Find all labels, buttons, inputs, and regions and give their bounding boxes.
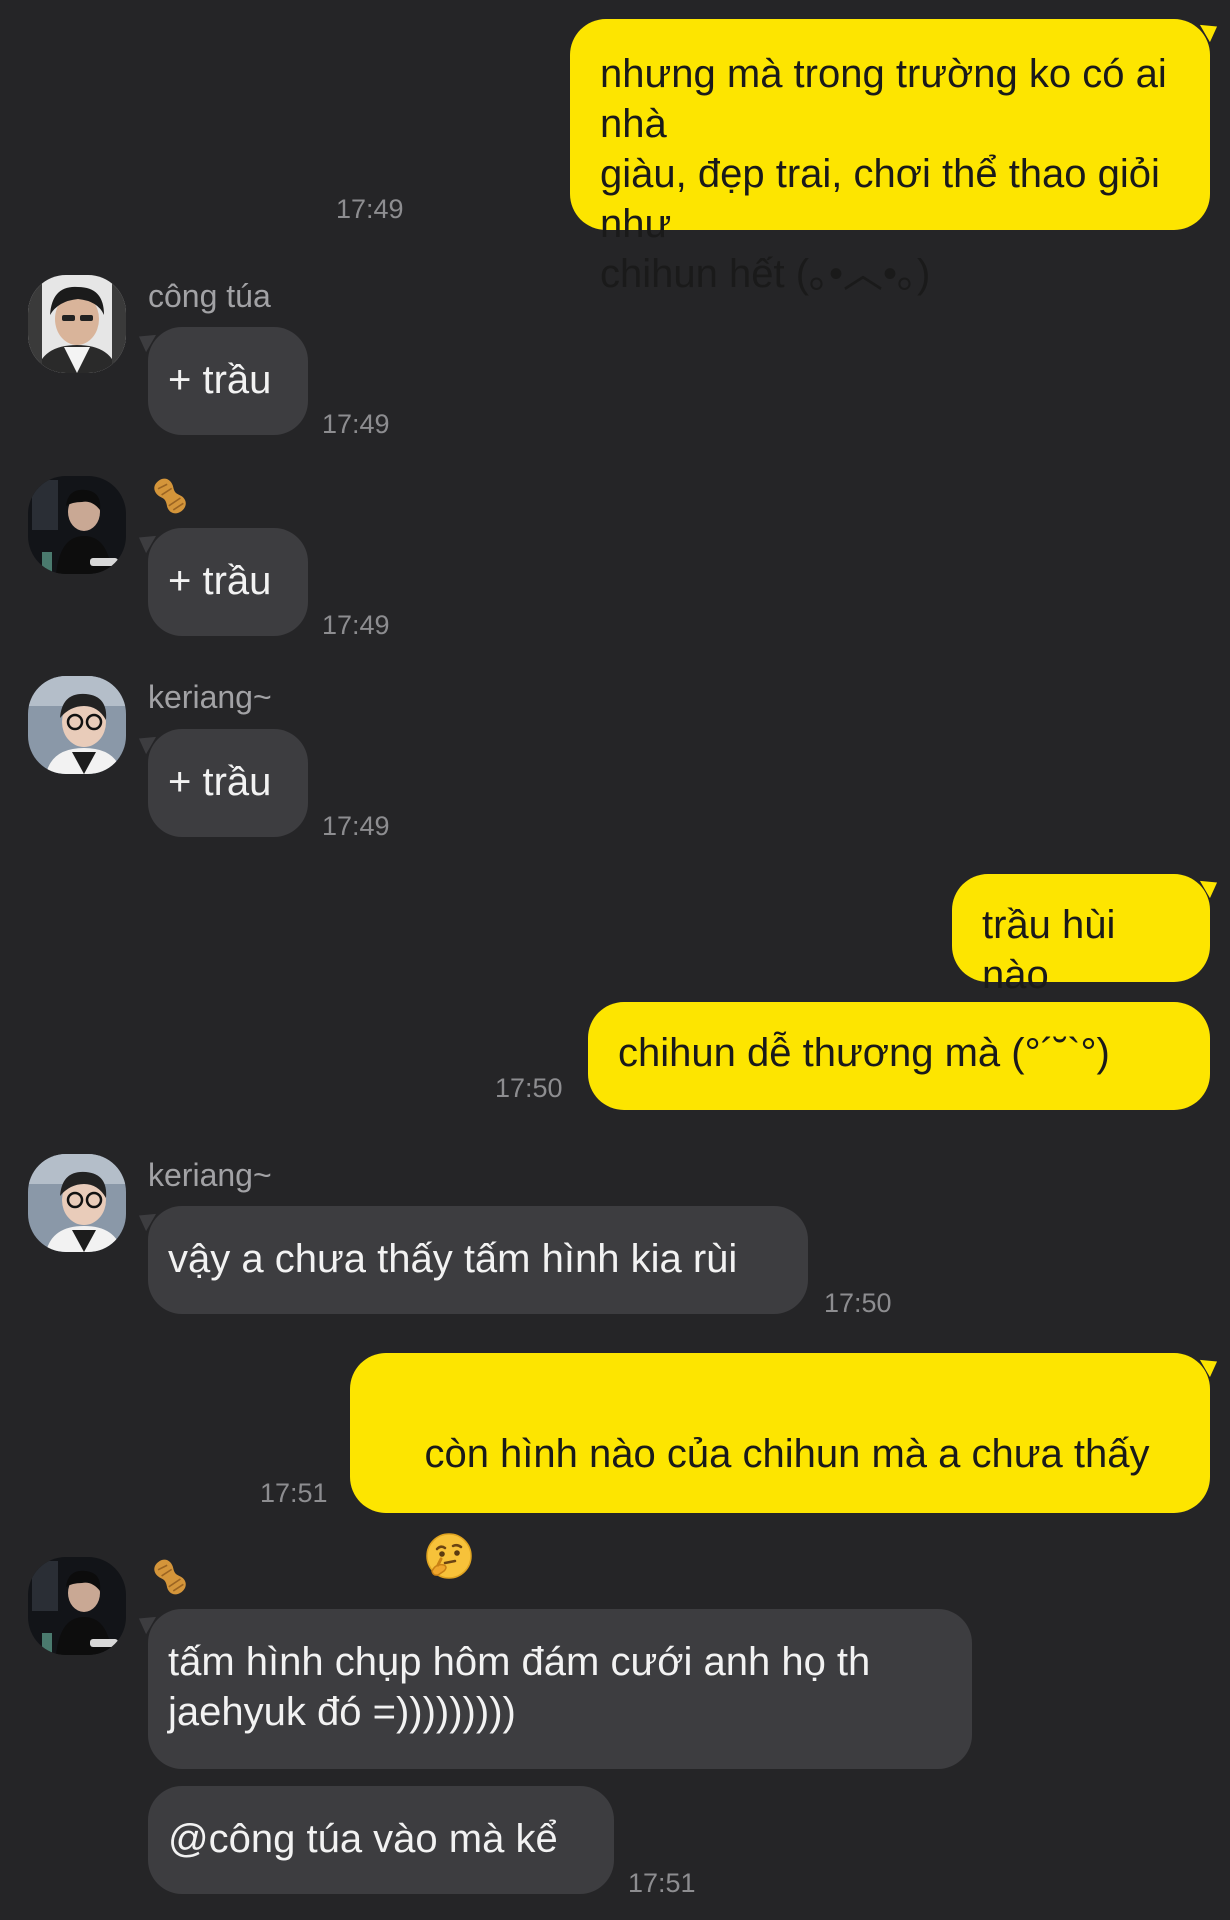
message-timestamp: 17:49 <box>322 610 390 640</box>
incoming-message-bubble[interactable]: tấm hình chụp hôm đám cưới anh họ th jae… <box>148 1609 972 1769</box>
outgoing-message-bubble[interactable]: còn hình nào của chihun mà a chưa thấy <box>350 1353 1210 1580</box>
message-timestamp: 17:51 <box>628 1868 696 1898</box>
avatar-keriang[interactable] <box>28 676 126 774</box>
message-timestamp: 17:49 <box>322 409 390 439</box>
avatar-cong-tua[interactable] <box>28 275 126 373</box>
incoming-message-bubble[interactable]: + trầu <box>148 528 308 636</box>
sender-name: công túa <box>148 278 271 314</box>
avatar-peanut[interactable] <box>28 1557 126 1655</box>
outgoing-message-bubble[interactable]: trầu hùi nào <box>952 874 1210 997</box>
incoming-message-bubble[interactable]: + trầu <box>148 327 308 435</box>
thinking-face-icon <box>426 1533 473 1580</box>
avatar-peanut[interactable] <box>28 476 126 574</box>
message-timestamp: 17:50 <box>824 1288 892 1318</box>
outgoing-message-bubble[interactable]: chihun dễ thương mà (°´˘`°) <box>588 1002 1210 1110</box>
avatar-keriang[interactable] <box>28 1154 126 1252</box>
message-timestamp: 17:51 <box>260 1478 328 1508</box>
sender-name: keriang~ <box>148 1157 272 1193</box>
message-text: còn hình nào của chihun mà a chưa thấy <box>424 1432 1150 1476</box>
incoming-message-bubble[interactable]: + trầu <box>148 729 308 837</box>
message-timestamp: 17:50 <box>495 1073 563 1103</box>
incoming-message-bubble[interactable]: @công túa vào mà kể <box>148 1786 614 1894</box>
peanut-icon <box>154 1559 186 1595</box>
sender-name: keriang~ <box>148 679 272 715</box>
incoming-message-bubble[interactable]: vậy a chưa thấy tấm hình kia rùi <box>148 1206 808 1314</box>
peanut-icon <box>154 478 186 514</box>
chat-history[interactable]: nhưng mà trong trường ko có ai nhà giàu,… <box>0 0 1230 1920</box>
message-timestamp: 17:49 <box>322 811 390 841</box>
message-timestamp: 17:49 <box>336 194 404 224</box>
outgoing-message-bubble[interactable]: nhưng mà trong trường ko có ai nhà giàu,… <box>570 19 1210 296</box>
